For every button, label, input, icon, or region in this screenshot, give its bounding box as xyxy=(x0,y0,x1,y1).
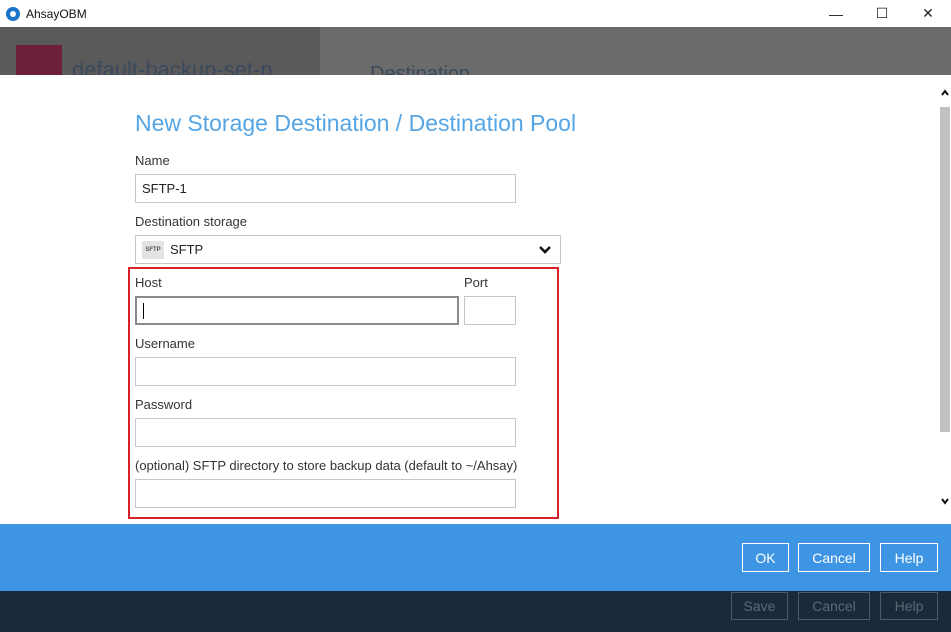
background-footer: Save Cancel Help xyxy=(0,591,951,632)
host-label: Host xyxy=(135,275,162,290)
new-storage-destination-dialog: New Storage Destination / Destination Po… xyxy=(0,75,951,524)
window-title: AhsayOBM xyxy=(26,6,87,21)
window-titlebar: AhsayOBM — ☐ ✕ xyxy=(0,0,951,27)
destination-storage-value: SFTP xyxy=(170,242,204,257)
help-button[interactable]: Help xyxy=(880,543,938,572)
text-cursor xyxy=(143,302,144,319)
username-label: Username xyxy=(135,336,195,351)
chevron-down-icon xyxy=(539,246,551,254)
dialog-action-bar: OK Cancel Help xyxy=(0,524,951,591)
name-label: Name xyxy=(135,153,170,168)
ok-button[interactable]: OK xyxy=(742,543,789,572)
sftp-icon: SFTP xyxy=(142,240,164,259)
maximize-button[interactable]: ☐ xyxy=(859,0,905,27)
window-controls: — ☐ ✕ xyxy=(813,0,951,27)
ahsay-logo-icon xyxy=(6,6,20,21)
scroll-up-icon[interactable] xyxy=(941,89,949,97)
minimize-button[interactable]: — xyxy=(813,0,859,27)
destination-storage-label: Destination storage xyxy=(135,214,248,229)
background-cancel-button: Cancel xyxy=(798,592,870,620)
backup-set-icon xyxy=(16,45,62,75)
password-label: Password xyxy=(135,397,193,412)
background-section-title: Destination xyxy=(370,63,471,75)
background-app-overlay: default-backup-set-n Destination xyxy=(0,27,951,75)
sftp-directory-input[interactable] xyxy=(135,479,516,508)
port-label: Port xyxy=(464,275,488,290)
close-button[interactable]: ✕ xyxy=(905,0,951,27)
password-input[interactable] xyxy=(135,418,516,447)
username-input[interactable] xyxy=(135,357,516,386)
cancel-button[interactable]: Cancel xyxy=(798,543,870,572)
name-input[interactable]: SFTP-1 xyxy=(135,174,516,203)
dialog-title: New Storage Destination / Destination Po… xyxy=(135,110,577,136)
port-input[interactable] xyxy=(464,296,516,325)
destination-storage-select[interactable]: SFTP SFTP xyxy=(135,235,561,264)
background-help-button: Help xyxy=(880,592,938,620)
scrollbar-thumb[interactable] xyxy=(940,107,950,432)
dialog-scrollbar[interactable] xyxy=(939,75,951,524)
background-backup-set-name: default-backup-set-n xyxy=(72,57,273,75)
background-save-button: Save xyxy=(731,592,788,620)
host-input[interactable] xyxy=(135,296,459,325)
sftp-directory-label: (optional) SFTP directory to store backu… xyxy=(135,458,518,473)
scroll-down-icon[interactable] xyxy=(941,497,949,505)
